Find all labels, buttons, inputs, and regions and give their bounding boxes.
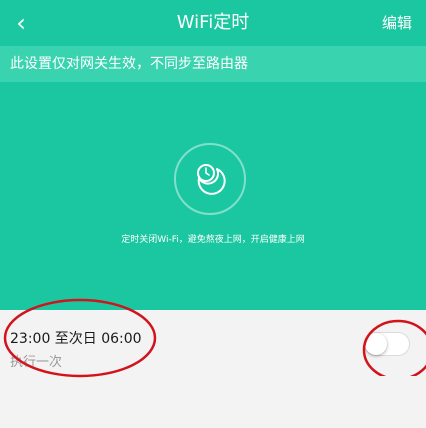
notice-banner: 此设置仅对网关生效，不同步至路由器 xyxy=(0,46,426,82)
schedule-time-range: 23:00 至次日 06:00 xyxy=(10,331,142,347)
schedule-toggle[interactable] xyxy=(364,332,410,356)
toggle-knob xyxy=(365,333,387,355)
edit-button[interactable]: 编辑 xyxy=(382,0,412,46)
schedule-list-item[interactable]: 23:00 至次日 06:00 执行一次 xyxy=(0,310,426,390)
schedule-repeat: 执行一次 xyxy=(10,355,63,370)
hero-description: 定时关闭Wi-Fi，避免熬夜上网，开启健康上网 xyxy=(121,235,305,245)
header-bar: ‹ WiFi定时 编辑 xyxy=(0,0,426,46)
hero-panel: 定时关闭Wi-Fi，避免熬夜上网，开启健康上网 xyxy=(0,82,426,310)
clock-moon-icon xyxy=(174,143,246,215)
page-title: WiFi定时 xyxy=(176,12,250,33)
